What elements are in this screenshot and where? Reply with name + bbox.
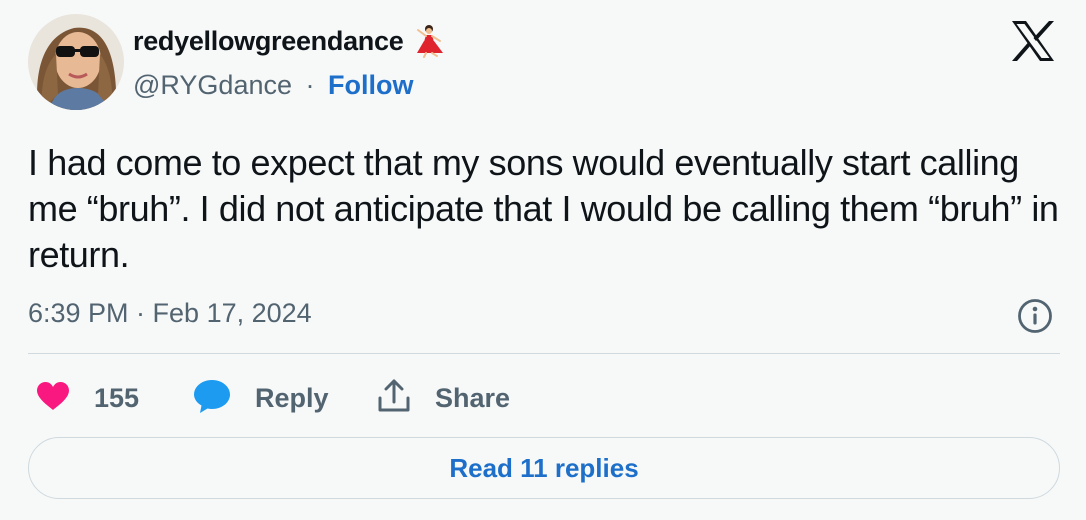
like-count: 155 (94, 382, 140, 413)
avatar[interactable] (28, 14, 124, 110)
read-replies-label: Read 11 replies (449, 452, 639, 483)
tweet-card: redyellowgreendance @RYGdance · Follow I… (0, 0, 1086, 520)
speech-bubble-icon (193, 378, 231, 419)
share-label: Share (435, 382, 511, 413)
handle-separator: · (305, 70, 315, 100)
divider (28, 353, 1060, 354)
reply-button[interactable]: Reply (193, 376, 329, 420)
user-handle[interactable]: @RYGdance (133, 70, 292, 100)
follow-button[interactable]: Follow (328, 70, 413, 100)
read-replies-button[interactable]: Read 11 replies (28, 437, 1060, 499)
share-button[interactable]: Share (377, 376, 510, 420)
tweet-timestamp[interactable]: 6:39 PM · Feb 17, 2024 (28, 298, 312, 329)
tweet-text: I had come to expect that my sons would … (28, 142, 1059, 275)
handle-row: @RYGdance · Follow (133, 70, 414, 101)
reply-label: Reply (255, 382, 329, 413)
woman-dancing-emoji (413, 24, 445, 58)
info-icon[interactable] (1017, 298, 1053, 334)
display-name[interactable]: redyellowgreendance (133, 24, 445, 58)
x-logo[interactable] (1010, 20, 1056, 62)
display-name-text: redyellowgreendance (133, 25, 404, 56)
heart-icon (36, 381, 70, 416)
share-icon (377, 378, 411, 419)
like-button[interactable]: 155 (36, 376, 139, 420)
